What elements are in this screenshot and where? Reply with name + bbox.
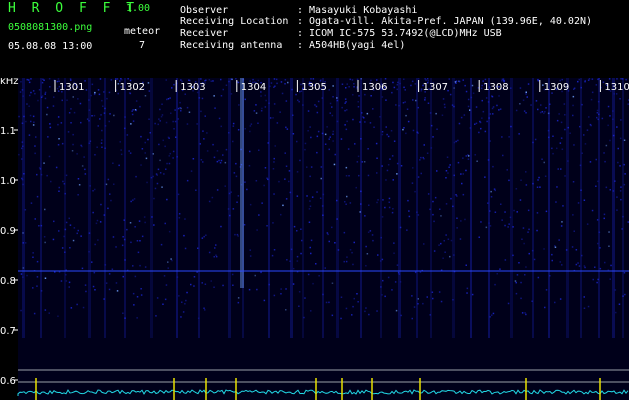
info-row-observer: Observer: Masayuki Kobayashi — [180, 5, 418, 16]
time-tick-label: 1307 — [423, 82, 448, 93]
header-panel: H R O F F T 1.00 0508081300.png meteor 7… — [0, 0, 629, 78]
time-tick-label: 1302 — [120, 82, 145, 93]
datetime: 05.08.08 13:00 — [8, 41, 93, 52]
info-row-receiver: Receiver: ICOM IC-575 53.7492(@LCD)MHz U… — [180, 28, 502, 39]
meteor-label: meteor — [124, 26, 161, 37]
time-tick-label: 1306 — [362, 82, 387, 93]
y-tick-label: 0.8 — [0, 276, 16, 287]
y-tick-label: 1.0 — [0, 176, 16, 187]
y-tick-label: 0.6 — [0, 376, 16, 387]
y-tick-label: 1.1 — [0, 126, 16, 137]
time-tick-label: 1304 — [241, 82, 266, 93]
app-title: H R O F F T — [8, 1, 139, 16]
y-tick-label: 0.7 — [0, 326, 16, 337]
time-tick-label: 1310 — [604, 82, 629, 93]
time-tick-label: 1305 — [301, 82, 326, 93]
time-tick-label: 1301 — [59, 82, 84, 93]
meteor-count: 7 — [139, 40, 146, 51]
info-row-location: Receiving Location: Ogata-vill. Akita-Pr… — [180, 16, 593, 27]
time-tick-label: 1308 — [483, 82, 508, 93]
y-tick-label: 0.9 — [0, 226, 16, 237]
spectrogram: kHz 1.1 1.0 0.9 0.8 0.7 0.6 1301 1302 1303 1304 1… — [0, 78, 629, 400]
time-tick-label: 1309 — [544, 82, 569, 93]
time-tick-label: 1303 — [180, 82, 205, 93]
file-name: 0508081300.png — [8, 22, 93, 33]
y-unit-label: kHz — [0, 78, 19, 87]
app-version: 1.00 — [126, 3, 151, 14]
info-row-antenna: Receiving antenna: A504HB(yagi 4el) — [180, 40, 406, 51]
